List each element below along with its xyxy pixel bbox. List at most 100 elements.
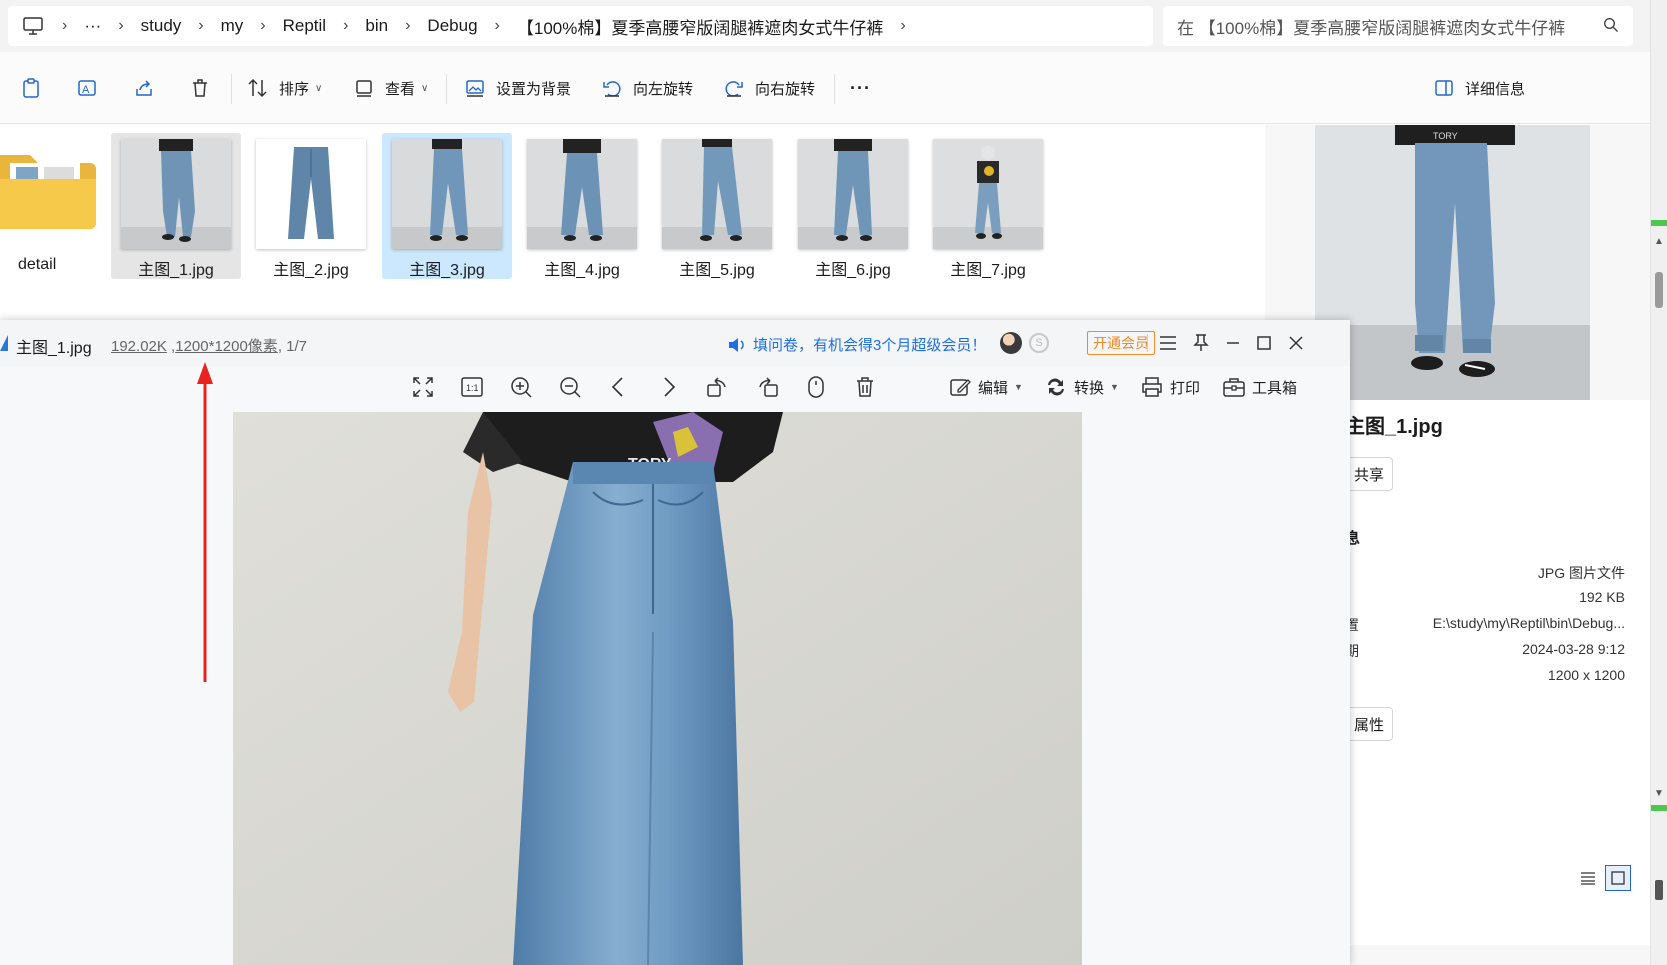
zoom-in-button[interactable] xyxy=(509,372,533,402)
paste-button[interactable] xyxy=(20,74,42,102)
file-item-1[interactable]: 主图_1.jpg xyxy=(111,133,241,279)
breadcrumb-bin[interactable]: bin xyxy=(365,16,388,36)
viewer-promo-link[interactable]: 填问卷，有机会得3个月超级会员！ xyxy=(727,334,986,355)
set-background-button[interactable]: 设置为背景 xyxy=(464,74,571,102)
details-pane-button[interactable]: 详细信息 xyxy=(1433,74,1525,102)
maximize-button[interactable] xyxy=(1252,331,1276,355)
vip-button[interactable]: 开通会员 xyxy=(1087,331,1155,355)
view-button[interactable]: 查看 ∨ xyxy=(353,74,428,102)
viewer-titlebar[interactable]: 主图_1.jpg 192.02K ,1200*1200像素, 1/7 填问卷，有… xyxy=(0,320,1350,366)
details-file-date: 2024-03-28 9:12 xyxy=(1522,641,1625,657)
printer-icon xyxy=(1142,377,1162,397)
more-button[interactable]: ··· xyxy=(850,74,871,102)
viewer-delete-button[interactable] xyxy=(853,372,877,402)
folder-detail[interactable] xyxy=(0,149,96,229)
pin-button[interactable] xyxy=(1189,331,1213,355)
minimize-button[interactable] xyxy=(1221,331,1245,355)
convert-icon xyxy=(1048,378,1064,396)
meta-separator: , xyxy=(166,338,176,355)
set-background-label: 设置为背景 xyxy=(496,80,572,98)
view-label: 查看 xyxy=(385,80,416,98)
breadcrumb-more[interactable]: ··· xyxy=(84,16,101,36)
breadcrumb-current-folder[interactable]: 【100%棉】夏季高腰窄版阔腿裤遮肉女式牛仔裤 xyxy=(517,14,883,39)
share-button[interactable] xyxy=(133,74,155,102)
breadcrumb-debug[interactable]: Debug xyxy=(427,16,477,36)
file-name: 主图_4.jpg xyxy=(544,262,620,279)
mouse-mode-button[interactable] xyxy=(804,372,828,402)
breadcrumb-reptil[interactable]: Reptil xyxy=(283,16,326,36)
zoom-out-icon xyxy=(560,377,581,398)
breadcrumb-study[interactable]: study xyxy=(141,16,182,36)
trash-icon xyxy=(857,377,873,397)
search-icon[interactable] xyxy=(1603,17,1619,33)
next-image-button[interactable] xyxy=(656,372,680,402)
viewer-rotate-left-button[interactable] xyxy=(705,372,729,402)
menu-button[interactable] xyxy=(1156,331,1180,355)
toolbox-button[interactable]: 工具箱 xyxy=(1222,372,1297,402)
hamburger-icon xyxy=(1160,336,1176,350)
file-item-3[interactable]: 主图_3.jpg xyxy=(382,133,512,279)
scroll-thumb[interactable] xyxy=(1655,880,1663,900)
status-indicator xyxy=(1651,805,1667,811)
convert-menu-button[interactable]: 转换 ▼ xyxy=(1044,372,1119,402)
window-scrollbar[interactable]: ▲ ▼ xyxy=(1650,0,1667,965)
coin-icon[interactable]: S xyxy=(1029,333,1049,353)
pin-icon xyxy=(1193,334,1209,351)
tiles-view-button[interactable] xyxy=(1605,865,1631,891)
computer-icon[interactable] xyxy=(22,16,44,36)
actual-size-button[interactable]: 1:1 xyxy=(460,372,484,402)
chevron-right-icon[interactable]: › xyxy=(900,17,905,35)
scroll-thumb[interactable] xyxy=(1655,272,1663,308)
file-item-6[interactable]: 主图_6.jpg xyxy=(788,133,918,279)
edit-label: 编辑 xyxy=(978,379,1009,397)
toolbox-icon xyxy=(1223,378,1245,397)
sort-button[interactable]: 排序 ∨ xyxy=(247,74,322,102)
speaker-icon xyxy=(729,337,744,352)
trash-icon xyxy=(193,79,207,97)
sort-icon xyxy=(248,78,267,98)
file-name: 主图_7.jpg xyxy=(950,262,1026,279)
avatar[interactable] xyxy=(1000,332,1022,354)
viewer-filename: 主图_1.jpg xyxy=(16,340,92,357)
chevron-right-icon: › xyxy=(405,17,411,34)
file-item-7[interactable]: 主图_7.jpg xyxy=(923,133,1053,279)
caret-down-icon: ▼ xyxy=(1110,382,1119,392)
toolbar-divider xyxy=(834,74,835,104)
details-preview-image: TORY xyxy=(1315,125,1590,400)
rotate-right-label: 向右旋转 xyxy=(755,80,816,98)
details-pane-icon xyxy=(1435,80,1453,96)
print-label: 打印 xyxy=(1170,379,1201,397)
zoom-out-button[interactable] xyxy=(558,372,582,402)
close-button[interactable] xyxy=(1284,331,1308,355)
details-label: 详细信息 xyxy=(1465,80,1526,98)
file-name: 主图_5.jpg xyxy=(679,262,755,279)
thumbnail xyxy=(798,139,908,249)
chevron-right-icon: › xyxy=(62,17,68,34)
file-item-5[interactable]: 主图_5.jpg xyxy=(652,133,782,279)
print-button[interactable]: 打印 xyxy=(1140,372,1200,402)
edit-menu-button[interactable]: 编辑 ▼ xyxy=(948,372,1023,402)
file-item-4[interactable]: 主图_4.jpg xyxy=(517,133,647,279)
delete-button[interactable] xyxy=(189,74,211,102)
svg-text:TORY: TORY xyxy=(1433,131,1458,141)
details-dimensions: 1200 x 1200 xyxy=(1547,667,1625,683)
file-item-2[interactable]: 主图_2.jpg xyxy=(246,133,376,279)
details-view-button[interactable] xyxy=(1575,865,1601,891)
details-share-button[interactable]: 共享 xyxy=(1345,457,1394,491)
rotate-left-button[interactable]: 向左旋转 xyxy=(601,74,693,102)
rotate-right-button[interactable]: 向右旋转 xyxy=(723,74,815,102)
address-bar[interactable]: › ··· › study › my › Reptil › bin › Debu… xyxy=(8,6,1153,46)
viewer-image-canvas[interactable]: TORY xyxy=(233,412,1082,965)
previous-image-button[interactable] xyxy=(607,372,631,402)
folder-name[interactable]: detail xyxy=(18,256,56,274)
breadcrumb-my[interactable]: my xyxy=(221,16,244,36)
rename-button[interactable]: A xyxy=(76,74,98,102)
file-name: 主图_6.jpg xyxy=(815,262,891,279)
viewer-rotate-right-button[interactable] xyxy=(756,372,780,402)
fit-screen-button[interactable] xyxy=(411,372,435,402)
details-properties-button[interactable]: 属性 xyxy=(1345,707,1394,741)
chevron-down-icon: ∨ xyxy=(421,82,429,94)
search-input[interactable]: 在 【100%棉】夏季高腰窄版阔腿裤遮肉女式牛仔裤 xyxy=(1163,6,1633,46)
chevron-up-icon[interactable]: ▲ xyxy=(1654,236,1664,247)
chevron-down-icon[interactable]: ▼ xyxy=(1654,788,1664,799)
